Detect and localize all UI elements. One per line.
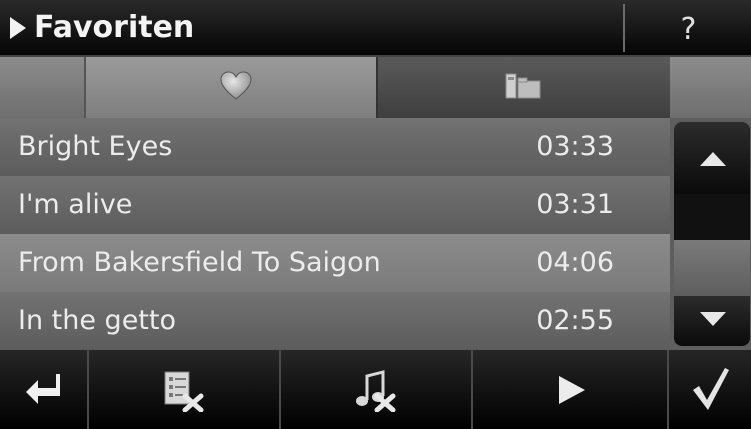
- list-item[interactable]: In the getto 02:55: [0, 292, 670, 351]
- track-title: I'm alive: [18, 189, 133, 220]
- back-arrow-icon: [26, 374, 60, 404]
- tab-row-left-panel: [0, 57, 84, 118]
- bottom-toolbar: [0, 350, 751, 429]
- title-arrow-icon: [10, 17, 26, 39]
- tab-row: [0, 57, 751, 118]
- help-button[interactable]: ?: [626, 0, 751, 55]
- delete-track-button[interactable]: [281, 350, 471, 429]
- delete-list-button[interactable]: [89, 350, 279, 429]
- scroll-track[interactable]: [674, 194, 750, 240]
- delete-track-icon: [356, 370, 396, 412]
- page-title: Favoriten: [34, 10, 195, 45]
- scrollbar: [670, 118, 751, 350]
- scroll-up-button[interactable]: [674, 122, 750, 194]
- favorites-screen: Favoriten ? Bright Eyes 03:33 I'm alive …: [0, 0, 751, 429]
- play-icon: [559, 376, 585, 404]
- track-title: From Bakersfield To Saigon: [18, 247, 381, 278]
- track-title: In the getto: [18, 305, 176, 336]
- list-item[interactable]: Bright Eyes 03:33: [0, 118, 670, 177]
- confirm-button[interactable]: [669, 350, 751, 429]
- track-duration: 04:06: [536, 247, 614, 278]
- tab-row-right-panel: [670, 57, 751, 118]
- play-button[interactable]: [473, 350, 667, 429]
- title-bar: Favoriten ?: [0, 0, 751, 57]
- track-duration: 03:33: [536, 131, 614, 162]
- list-item[interactable]: I'm alive 03:31: [0, 176, 670, 235]
- track-duration: 02:55: [536, 305, 614, 336]
- tab-favorites[interactable]: [84, 57, 378, 118]
- arrow-up-icon: [700, 152, 726, 166]
- scroll-thumb[interactable]: [674, 240, 750, 296]
- folder-icon: [505, 73, 541, 99]
- confirm-check-icon: [693, 368, 729, 410]
- scroll-down-button[interactable]: [674, 296, 750, 346]
- track-title: Bright Eyes: [18, 131, 173, 162]
- divider: [623, 4, 625, 52]
- back-button[interactable]: [0, 350, 87, 429]
- list-item-selected[interactable]: From Bakersfield To Saigon 04:06: [0, 234, 670, 293]
- delete-list-icon: [164, 371, 204, 412]
- heart-icon: [220, 71, 252, 100]
- track-duration: 03:31: [536, 189, 614, 220]
- arrow-down-icon: [700, 312, 726, 326]
- track-list: Bright Eyes 03:33 I'm alive 03:31 From B…: [0, 118, 670, 351]
- tab-folders[interactable]: [376, 57, 672, 118]
